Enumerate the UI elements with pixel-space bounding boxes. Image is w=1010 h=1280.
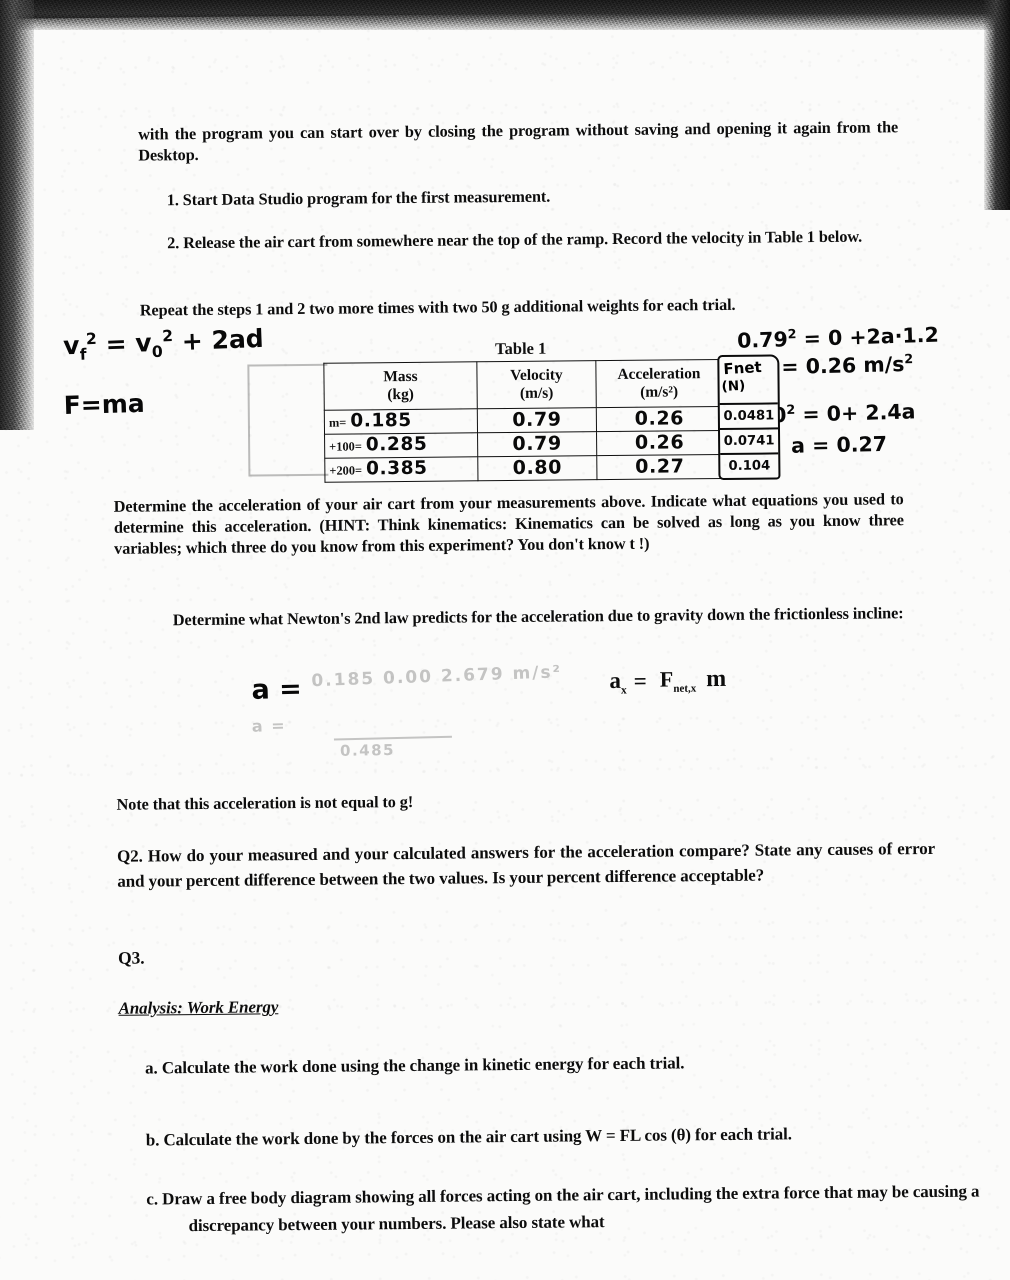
row-label-base-mass: m= (328, 415, 347, 430)
erased-pencil-box (247, 363, 329, 477)
fnet-column-header: Fnet (N) (719, 356, 778, 405)
handwritten-acceleration-3: 0.27 (635, 455, 685, 478)
scanned-page-canvas: with the program you can start over by c… (0, 0, 1010, 1280)
list-item-step-1: 1. Start Data Studio program for the fir… (166, 186, 551, 210)
handwritten-mass-1: 0.185 (350, 409, 412, 432)
handwritten-velocity-3: 0.80 (512, 456, 563, 479)
faint-pencil-line-1: 0.185 0.00 2.679 m/s² (311, 662, 563, 692)
paper-sheet: with the program you can start over by c… (0, 8, 1010, 1280)
list-item-step-2: 2. Release the air cart from somewhere n… (167, 226, 863, 253)
table-caption: Table 1 (495, 338, 547, 359)
fnet-box: Fnet (N) 0.0481 0.0741 0.104 (717, 354, 781, 481)
handwritten-velocity-2: 0.79 (512, 432, 562, 455)
paragraph-newton-prediction: Determine what Newton's 2nd law predicts… (172, 603, 904, 630)
handwritten-mass-2: 0.285 (365, 433, 428, 456)
cell-mass-row-3: +200= 0.385 (324, 456, 478, 483)
handwritten-calc-line-4: a = 0.27 (790, 431, 888, 458)
formula-acceleration-x: ax = Fnet,x m (609, 666, 727, 697)
table-row: +100= 0.285 0.79 0.26 (324, 430, 723, 459)
formula-numerator: Fnet,x (659, 666, 697, 696)
paragraph-intro: with the program you can start over by c… (138, 117, 899, 165)
handwritten-velocity-1: 0.79 (512, 408, 562, 431)
cell-acceleration-row-2: 0.26 (596, 430, 723, 456)
paragraph-q3: Q3. (117, 947, 145, 968)
cell-acceleration-row-3: 0.27 (596, 454, 723, 480)
handwritten-newton-second-law: F=ma (63, 388, 146, 420)
formula-denominator: m (706, 666, 727, 693)
fnet-header-unit: (N) (721, 377, 746, 395)
cell-mass-row-1: m= 0.185 (324, 408, 478, 435)
handwritten-kinematic-equation: vf2 = v02 + 2ad (62, 323, 265, 364)
cell-acceleration-row-1: 0.26 (596, 406, 723, 432)
cell-velocity-row-3: 0.80 (477, 455, 597, 481)
paragraph-note-not-g: Note that this acceleration is not equal… (116, 791, 414, 814)
handwritten-acceleration-2: 0.26 (634, 431, 685, 454)
handwritten-a-equals: a = (251, 673, 303, 706)
handwritten-calc-line-2: a = 0.26 m/s2 (760, 351, 914, 380)
cell-velocity-row-1: 0.79 (477, 407, 597, 433)
column-header-acceleration: Acceleration (m/s²) (595, 359, 723, 408)
faint-pencil-line-2: a = (251, 715, 287, 736)
paragraph-repeat-steps: Repeat the steps 1 and 2 two more times … (139, 294, 736, 320)
faint-pencil-line-3: 0.485 (339, 740, 396, 760)
table-1-container: Table 1 Mass (kg) Velocity (m/s) Acceler… (323, 337, 723, 483)
list-item-a: a. Calculate the work done using the cha… (145, 1053, 685, 1078)
cell-velocity-row-2: 0.79 (477, 431, 597, 457)
row-label-plus-100: +100= (329, 439, 362, 454)
table-header-row: Mass (kg) Velocity (m/s) Acceleration (m… (323, 359, 723, 411)
handwritten-calc-line-1: 0.792 = 0 +2a·1.2 (736, 322, 940, 353)
data-table: Mass (kg) Velocity (m/s) Acceleration (m… (323, 359, 723, 483)
formula-lhs: ax (609, 667, 627, 697)
handwritten-acceleration-1: 0.26 (634, 407, 685, 430)
paragraph-q2: Q2. How do your measured and your calcul… (116, 838, 936, 891)
handwritten-fnet-1: 0.0481 (719, 404, 779, 430)
list-item-c: c. Draw a free body diagram showing all … (146, 1181, 980, 1236)
handwritten-fnet-3: 0.104 (728, 458, 771, 474)
handwritten-fnet-2: 0.0741 (720, 429, 779, 455)
faint-pencil-fraction-bar (333, 735, 452, 741)
formula-fraction: Fnet,x m (654, 666, 727, 696)
heading-analysis-work-energy: Analysis: Work Energy (118, 997, 279, 1018)
paragraph-determine-acceleration: Determine the acceleration of your air c… (113, 489, 904, 558)
formula-equals-sign: = (633, 668, 647, 695)
handwritten-mass-3: 0.385 (365, 457, 428, 480)
column-header-mass: Mass (kg) (323, 361, 478, 411)
handwritten-fnet-column: Fnet (N) 0.0481 0.0741 0.104 (717, 354, 781, 481)
list-item-b: b. Calculate the work done by the forces… (145, 1124, 792, 1150)
table-row: m= 0.185 0.79 0.26 (324, 406, 723, 435)
row-label-plus-200: +200= (329, 463, 363, 478)
table-row: +200= 0.385 0.80 0.27 (324, 454, 723, 483)
cell-mass-row-2: +100= 0.285 (324, 432, 478, 459)
column-header-velocity: Velocity (m/s) (476, 360, 597, 409)
document-content: with the program you can start over by c… (114, 10, 980, 1235)
